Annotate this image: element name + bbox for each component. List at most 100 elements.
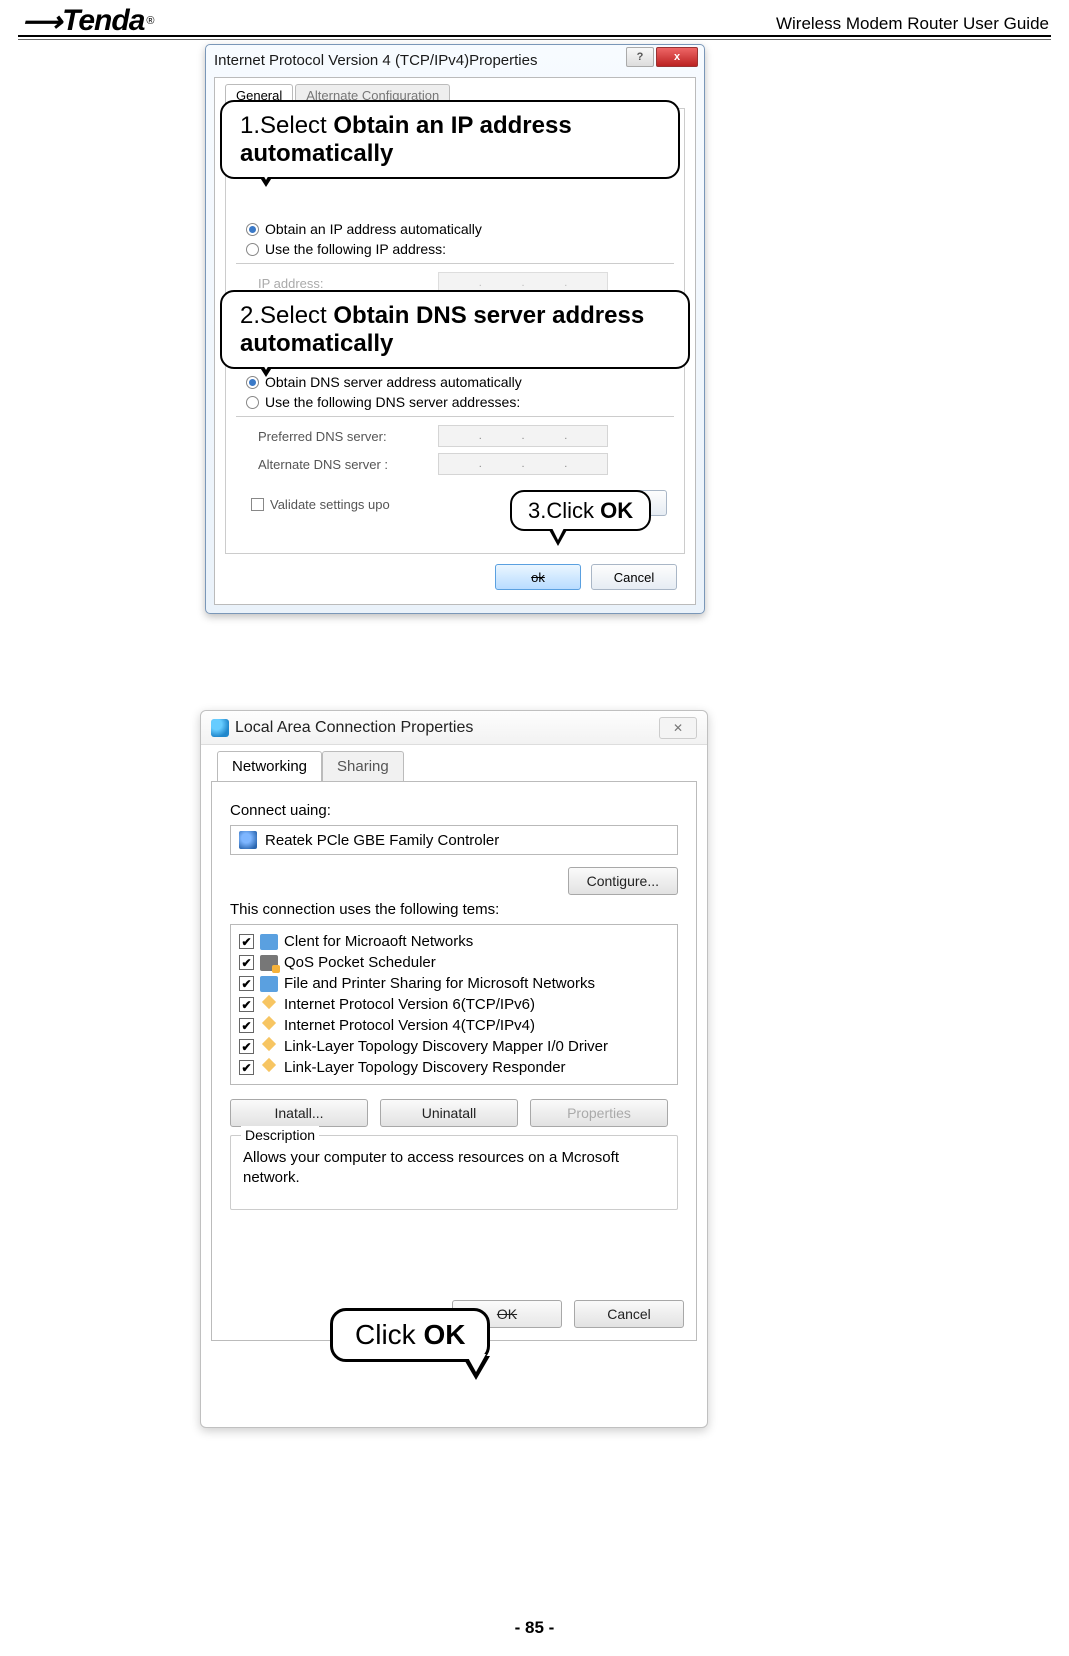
callout-step-1: 1.Select Obtain an IP address automatica… (220, 100, 680, 179)
checkbox-checked-icon: ✔ (239, 997, 254, 1012)
properties-button[interactable]: Properties (530, 1099, 668, 1127)
tab-networking[interactable]: Networking (217, 751, 322, 781)
list-item[interactable]: ✔Link-Layer Topology Discovery Mapper I/… (237, 1036, 671, 1057)
item-label: QoS Pocket Scheduler (284, 954, 436, 971)
item-label: Clent for Microaoft Networks (284, 933, 473, 950)
list-item[interactable]: ✔ QoS Pocket Scheduler (237, 952, 671, 973)
pref-dns-row: Preferred DNS server: ... (258, 425, 674, 447)
dialog-titlebar: Local Area Connection Properties (201, 711, 707, 745)
close-button[interactable]: x (656, 47, 698, 67)
list-item[interactable]: ✔ Internet Protocol Version 6(TCP/IPv6) (237, 994, 671, 1015)
description-text: Allows your computer to access resources… (243, 1149, 619, 1186)
radio-label: Use the following DNS server addresses: (265, 394, 520, 410)
checkbox-checked-icon: ✔ (239, 976, 254, 991)
validate-label: Validate settings upo (270, 497, 390, 512)
uninstall-button[interactable]: Uninatall (380, 1099, 518, 1127)
callout-tail-fill-icon (256, 163, 276, 180)
document-page: ⟶ Tenda ® Wireless Modem Router User Gui… (0, 0, 1069, 1656)
description-legend: Description (241, 1126, 319, 1145)
radio-unchecked-icon (246, 243, 259, 256)
logo-swoosh-icon: ⟶ (22, 5, 60, 38)
dialog-title: Local Area Connection Properties (235, 719, 473, 737)
items-label: This connection uses the following tems: (230, 901, 678, 918)
tab-sharing[interactable]: Sharing (322, 751, 404, 781)
ok-button[interactable]: ok (495, 564, 581, 590)
tenda-logo: ⟶ Tenda ® (22, 4, 154, 38)
connection-items-list: ✔ Clent for Microaoft Networks ✔ QoS Pocke… (230, 924, 678, 1085)
callout-tail-fill-icon (256, 353, 276, 370)
adapter-name: Reatek PCle GBE Family Controler (265, 832, 499, 849)
window-buttons: ? x (626, 47, 698, 67)
list-item[interactable]: ✔Internet Protocol Version 4(TCP/IPv4) (237, 1015, 671, 1036)
cancel-button[interactable]: Cancel (591, 564, 677, 590)
adapter-field[interactable]: Reatek PCle GBE Family Controler (230, 825, 678, 855)
radio-ip-auto[interactable]: Obtain an IP address automatically (246, 221, 674, 237)
checkbox-checked-icon: ✔ (239, 1060, 254, 1075)
qos-icon (260, 955, 278, 971)
radio-label: Obtain DNS server address automatically (265, 374, 522, 390)
header-rule-thin (18, 39, 1051, 40)
list-item[interactable]: ✔ Link-Layer Topology Discovery Responder (237, 1057, 671, 1078)
install-button[interactable]: Inatall... (230, 1099, 368, 1127)
callout-step-3: 3.Click OK (510, 490, 651, 531)
doc-title: Wireless Modem Router User Guide (776, 14, 1049, 34)
logo-text: Tenda (62, 4, 144, 38)
callout-tail-fill-icon (466, 1354, 486, 1372)
radio-label: Obtain an IP address automatically (265, 221, 482, 237)
configure-button[interactable]: Contigure... (568, 867, 678, 895)
checkbox-checked-icon: ✔ (239, 934, 254, 949)
item-label: Link-Layer Topology Discovery Mapper I/0… (284, 1038, 608, 1055)
validate-row[interactable]: Validate settings upo (251, 497, 390, 512)
callout-step-2: 2.Select Obtain DNS server address autom… (220, 290, 690, 369)
file-share-icon (260, 976, 278, 992)
callout-prefix: 1.Select (240, 112, 333, 139)
radio-label: Use the following IP address: (265, 241, 446, 257)
radio-checked-icon (246, 376, 259, 389)
item-label: Internet Protocol Version 6(TCP/IPv6) (284, 996, 535, 1013)
dialog-tabs: Networking Sharing (217, 751, 697, 781)
protocol-icon (260, 1018, 278, 1034)
dialog-footer: ok Cancel (495, 564, 677, 590)
alt-dns-label: Alternate DNS server : (258, 457, 428, 472)
callout-bold: OK (600, 498, 633, 523)
callout-bold: OK (423, 1319, 465, 1350)
radio-dns-auto[interactable]: Obtain DNS server address automatically (246, 374, 674, 390)
callout-prefix: 3.Click (528, 498, 600, 523)
adapter-icon (239, 831, 257, 849)
close-button[interactable]: ✕ (659, 717, 697, 739)
list-item[interactable]: ✔ Clent for Microaoft Networks (237, 931, 671, 952)
list-item[interactable]: ✔File and Printer Sharing for Microsoft … (237, 973, 671, 994)
alt-dns-row: Alternate DNS server : ... (258, 453, 674, 475)
radio-unchecked-icon (246, 396, 259, 409)
help-button[interactable]: ? (626, 47, 654, 67)
header-rule (18, 35, 1051, 37)
pref-dns-input[interactable]: ... (438, 425, 608, 447)
groupbox-line (236, 416, 674, 417)
callout-prefix: 2.Select (240, 302, 333, 329)
cancel-button[interactable]: Cancel (574, 1300, 684, 1328)
radio-ip-manual[interactable]: Use the following IP address: (246, 241, 674, 257)
checkbox-checked-icon: ✔ (239, 1018, 254, 1033)
radio-dns-manual[interactable]: Use the following DNS server addresses: (246, 394, 674, 410)
tab-panel: Connect uaing: Reatek PCle GBE Family Co… (211, 781, 697, 1341)
registered-icon: ® (146, 15, 154, 27)
protocol-icon (260, 997, 278, 1013)
page-number: - 85 - (0, 1618, 1069, 1638)
alt-dns-input[interactable]: ... (438, 453, 608, 475)
groupbox-line (236, 263, 674, 264)
item-buttons-row: Inatall... Uninatall Properties (230, 1099, 678, 1127)
network-icon (211, 719, 229, 737)
description-group: Description Allows your computer to acce… (230, 1135, 678, 1210)
client-icon (260, 934, 278, 950)
connect-using-label: Connect uaing: (230, 802, 678, 819)
pref-dns-label: Preferred DNS server: (258, 429, 428, 444)
configure-row: Contigure... (230, 867, 678, 895)
radio-checked-icon (246, 223, 259, 236)
item-label: Link-Layer Topology Discovery Responder (284, 1059, 566, 1076)
checkbox-checked-icon: ✔ (239, 955, 254, 970)
protocol-icon (260, 1060, 278, 1076)
callout-prefix: Click (355, 1319, 423, 1350)
protocol-icon (260, 1039, 278, 1055)
checkbox-icon (251, 498, 264, 511)
callout-tail-fill-icon (551, 526, 565, 540)
